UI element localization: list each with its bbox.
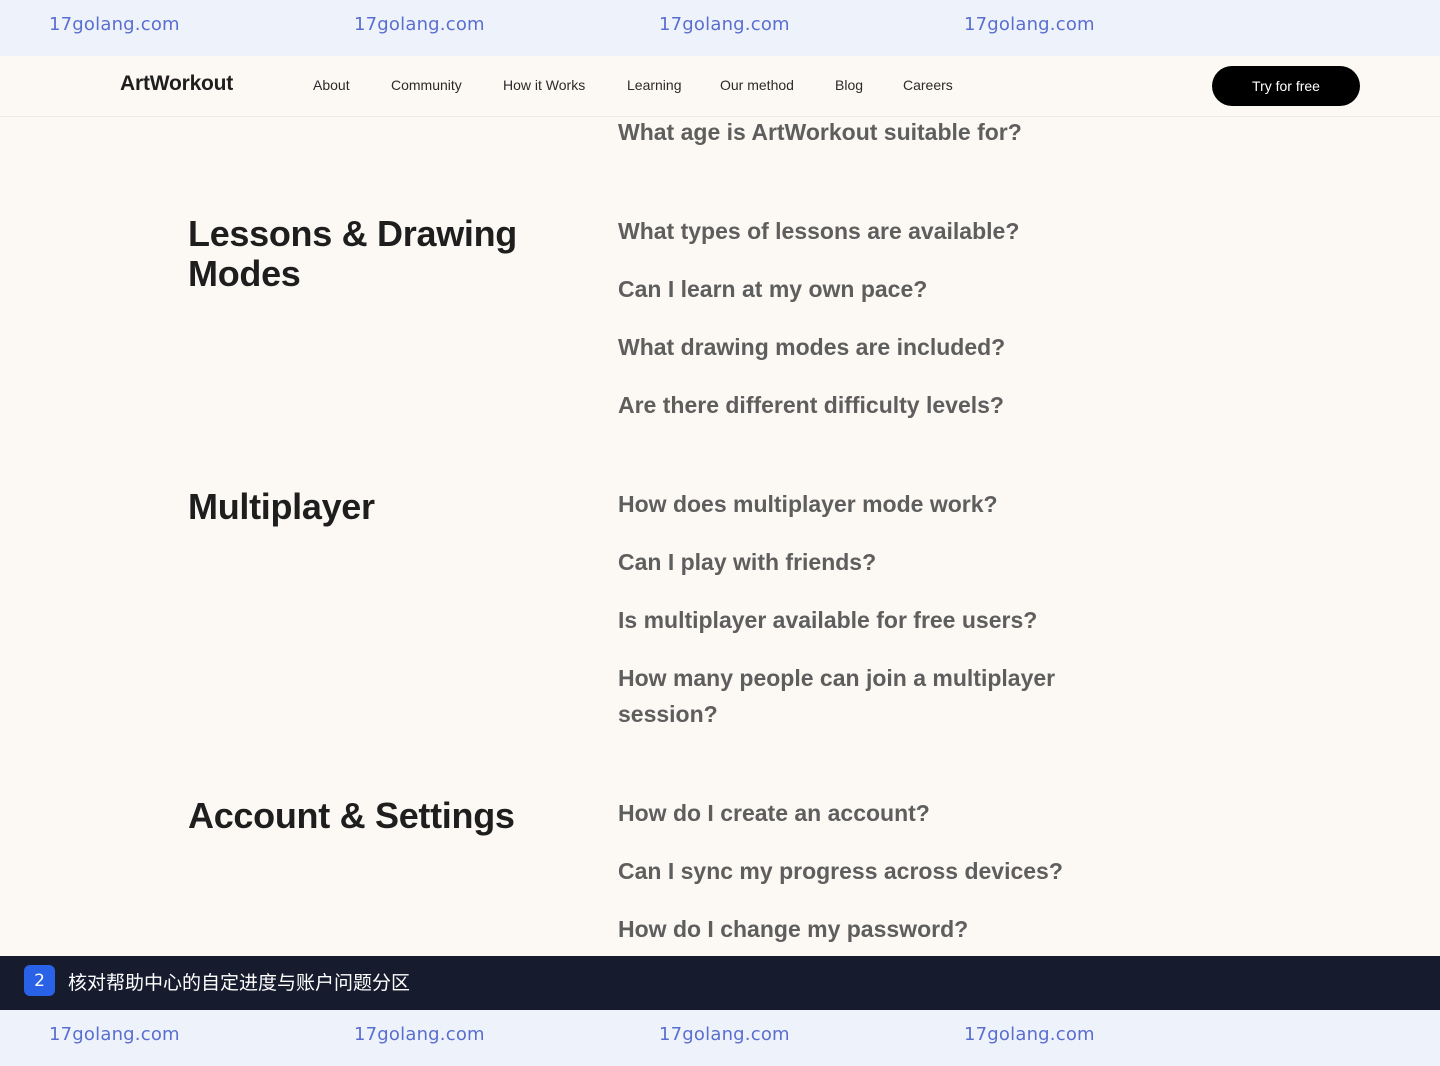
step-number-badge: 2 xyxy=(24,965,55,996)
watermark-text: 17golang.com xyxy=(354,14,485,35)
section-title-lessons: Lessons & Drawing Modes xyxy=(188,213,517,294)
site-logo[interactable]: ArtWorkout xyxy=(120,72,233,96)
nav-link-our-method[interactable]: Our method xyxy=(720,77,794,93)
nav-link-blog[interactable]: Blog xyxy=(835,77,863,93)
faq-question[interactable]: What age is ArtWorkout suitable for? xyxy=(618,114,1078,150)
faq-question[interactable]: How many people can join a multiplayer s… xyxy=(618,660,1068,732)
faq-question[interactable]: How does multiplayer mode work? xyxy=(618,486,1078,522)
watermark-text: 17golang.com xyxy=(659,1024,790,1045)
watermark-text: 17golang.com xyxy=(659,14,790,35)
section-title-account: Account & Settings xyxy=(188,795,515,836)
watermark-text: 17golang.com xyxy=(964,14,1095,35)
step-caption-bar: 2 核对帮助中心的自定进度与账户问题分区 xyxy=(0,956,1440,1010)
watermark-band-bottom: 17golang.com 17golang.com 17golang.com 1… xyxy=(0,1010,1440,1066)
watermark-text: 17golang.com xyxy=(964,1024,1095,1045)
watermark-text: 17golang.com xyxy=(354,1024,485,1045)
section-title-multiplayer: Multiplayer xyxy=(188,486,375,527)
faq-question[interactable]: How do I create an account? xyxy=(618,795,1078,831)
faq-question[interactable]: Is multiplayer available for free users? xyxy=(618,602,1078,638)
faq-question[interactable]: How do I change my password? xyxy=(618,911,1078,947)
try-for-free-button[interactable]: Try for free xyxy=(1212,66,1360,106)
nav-link-learning[interactable]: Learning xyxy=(627,77,682,93)
watermark-text: 17golang.com xyxy=(49,1024,180,1045)
faq-question[interactable]: Can I play with friends? xyxy=(618,544,1078,580)
step-caption-text: 核对帮助中心的自定进度与账户问题分区 xyxy=(68,972,411,994)
watermark-band-top: 17golang.com 17golang.com 17golang.com 1… xyxy=(0,0,1440,56)
nav-link-about[interactable]: About xyxy=(313,77,350,93)
site-header: ArtWorkout About Community How it Works … xyxy=(0,56,1440,117)
faq-question[interactable]: Can I learn at my own pace? xyxy=(618,271,1078,307)
nav-link-careers[interactable]: Careers xyxy=(903,77,953,93)
faq-question[interactable]: What types of lessons are available? xyxy=(618,213,1078,249)
watermark-text: 17golang.com xyxy=(49,14,180,35)
faq-question[interactable]: What drawing modes are included? xyxy=(618,329,1078,365)
faq-question[interactable]: Are there different difficulty levels? xyxy=(618,387,1078,423)
nav-link-community[interactable]: Community xyxy=(391,77,462,93)
faq-question[interactable]: Can I sync my progress across devices? xyxy=(618,853,1078,889)
nav-link-how-it-works[interactable]: How it Works xyxy=(503,77,585,93)
